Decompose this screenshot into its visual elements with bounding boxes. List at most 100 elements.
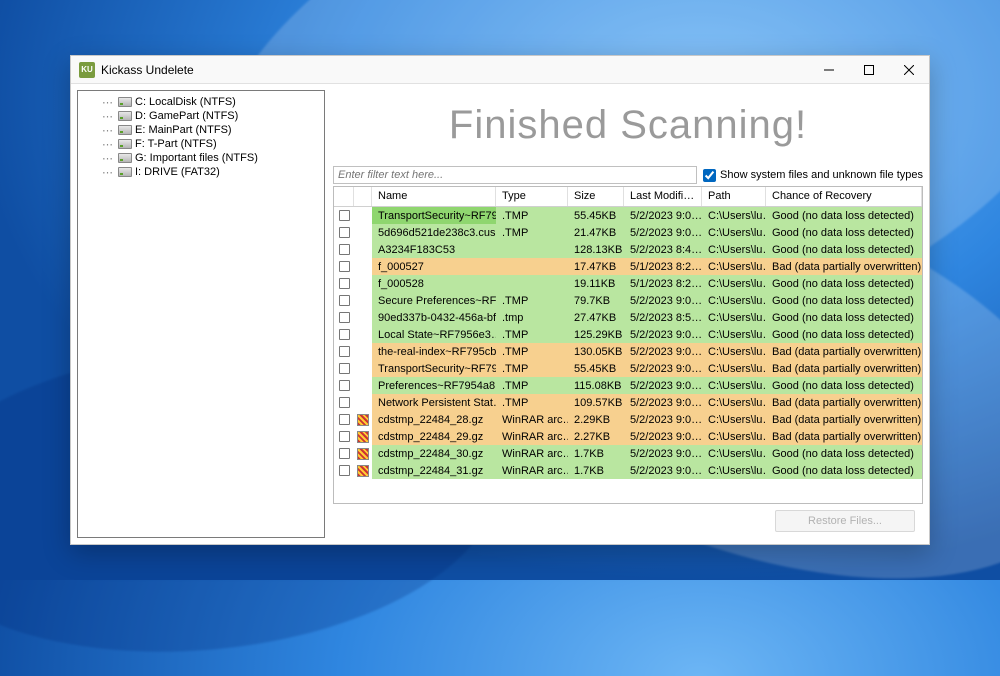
drive-icon — [118, 139, 132, 149]
table-row[interactable]: cdstmp_22484_29.gzWinRAR arc…2.27KB5/2/2… — [334, 428, 922, 445]
cell-type: WinRAR arc… — [496, 445, 568, 462]
row-checkbox[interactable] — [339, 329, 350, 340]
table-row[interactable]: TransportSecurity~RF79….TMP55.45KB5/2/20… — [334, 360, 922, 377]
cell-path: C:\Users\lu… — [702, 275, 766, 292]
table-row[interactable]: Preferences~RF7954a8….TMP115.08KB5/2/202… — [334, 377, 922, 394]
table-row[interactable]: f_00052717.47KB5/1/2023 8:2…C:\Users\lu…… — [334, 258, 922, 275]
table-row[interactable]: cdstmp_22484_30.gzWinRAR arc…1.7KB5/2/20… — [334, 445, 922, 462]
cell-modified: 5/2/2023 9:0… — [624, 377, 702, 394]
cell-recovery: Good (no data loss detected) — [766, 445, 922, 462]
table-row[interactable]: cdstmp_22484_28.gzWinRAR arc…2.29KB5/2/2… — [334, 411, 922, 428]
cell-size: 17.47KB — [568, 258, 624, 275]
table-row[interactable]: Network Persistent Stat….TMP109.57KB5/2/… — [334, 394, 922, 411]
drive-icon — [118, 167, 132, 177]
table-row[interactable]: the-real-index~RF795cb….TMP130.05KB5/2/2… — [334, 343, 922, 360]
close-button[interactable] — [889, 56, 929, 83]
col-path[interactable]: Path — [702, 187, 766, 206]
cell-recovery: Good (no data loss detected) — [766, 241, 922, 258]
cell-size: 2.29KB — [568, 411, 624, 428]
cell-recovery: Good (no data loss detected) — [766, 377, 922, 394]
cell-name: the-real-index~RF795cb… — [372, 343, 496, 360]
cell-name: f_000527 — [372, 258, 496, 275]
minimize-button[interactable] — [809, 56, 849, 83]
drive-label: F: T-Part (NTFS) — [135, 138, 217, 150]
row-checkbox[interactable] — [339, 346, 350, 357]
cell-modified: 5/2/2023 9:0… — [624, 326, 702, 343]
tree-connector: ⋯ — [102, 138, 113, 151]
row-checkbox[interactable] — [339, 380, 350, 391]
drive-item[interactable]: ⋯D: GamePart (NTFS) — [82, 109, 320, 123]
close-icon — [904, 65, 914, 75]
row-checkbox[interactable] — [339, 397, 350, 408]
cell-recovery: Bad (data partially overwritten) — [766, 428, 922, 445]
row-checkbox[interactable] — [339, 295, 350, 306]
cell-type: .TMP — [496, 207, 568, 224]
table-row[interactable]: f_00052819.11KB5/1/2023 8:2…C:\Users\lu…… — [334, 275, 922, 292]
cell-size: 79.7KB — [568, 292, 624, 309]
cell-path: C:\Users\lu… — [702, 428, 766, 445]
restore-files-button[interactable]: Restore Files... — [775, 510, 915, 532]
row-checkbox[interactable] — [339, 363, 350, 374]
drive-item[interactable]: ⋯ F: T-Part (NTFS) — [82, 137, 320, 151]
drive-item[interactable]: ⋯G: Important files (NTFS) — [82, 151, 320, 165]
cell-path: C:\Users\lu… — [702, 462, 766, 479]
table-body[interactable]: TransportSecurity~RF79….TMP55.45KB5/2/20… — [334, 207, 922, 503]
titlebar[interactable]: KU Kickass Undelete — [71, 56, 929, 84]
cell-path: C:\Users\lu… — [702, 292, 766, 309]
table-row[interactable]: Secure Preferences~RF….TMP79.7KB5/2/2023… — [334, 292, 922, 309]
cell-size: 115.08KB — [568, 377, 624, 394]
col-modified[interactable]: Last Modified — [624, 187, 702, 206]
drive-item[interactable]: ⋯E: MainPart (NTFS) — [82, 123, 320, 137]
table-row[interactable]: Local State~RF7956e3….TMP125.29KB5/2/202… — [334, 326, 922, 343]
row-checkbox[interactable] — [339, 261, 350, 272]
table-row[interactable]: TransportSecurity~RF79….TMP55.45KB5/2/20… — [334, 207, 922, 224]
cell-size: 128.13KB — [568, 241, 624, 258]
tree-connector: ⋯ — [102, 96, 113, 109]
cell-name: A3234F183C53 — [372, 241, 496, 258]
cell-recovery: Good (no data loss detected) — [766, 326, 922, 343]
app-window: KU Kickass Undelete ⋯C: LocalDisk (NTFS)… — [70, 55, 930, 545]
cell-name: Secure Preferences~RF… — [372, 292, 496, 309]
cell-recovery: Bad (data partially overwritten) — [766, 343, 922, 360]
drive-icon — [118, 111, 132, 121]
row-checkbox[interactable] — [339, 227, 350, 238]
status-banner: Finished Scanning! — [333, 90, 923, 160]
col-size[interactable]: Size — [568, 187, 624, 206]
cell-name: 90ed337b-0432-456a-bf… — [372, 309, 496, 326]
archive-icon — [357, 414, 369, 426]
col-type[interactable]: Type — [496, 187, 568, 206]
col-recovery[interactable]: Chance of Recovery — [766, 187, 922, 206]
row-checkbox[interactable] — [339, 278, 350, 289]
row-checkbox[interactable] — [339, 431, 350, 442]
row-checkbox[interactable] — [339, 312, 350, 323]
row-checkbox[interactable] — [339, 244, 350, 255]
filter-input[interactable] — [333, 166, 697, 184]
show-system-files-checkbox[interactable] — [703, 169, 716, 182]
col-name[interactable]: Name — [372, 187, 496, 206]
cell-type: WinRAR arc… — [496, 462, 568, 479]
cell-name: cdstmp_22484_31.gz — [372, 462, 496, 479]
cell-name: Network Persistent Stat… — [372, 394, 496, 411]
cell-type — [496, 258, 568, 275]
table-row[interactable]: A3234F183C53128.13KB5/2/2023 8:4…C:\User… — [334, 241, 922, 258]
row-checkbox[interactable] — [339, 414, 350, 425]
cell-recovery: Bad (data partially overwritten) — [766, 258, 922, 275]
drive-tree[interactable]: ⋯C: LocalDisk (NTFS)⋯D: GamePart (NTFS)⋯… — [77, 90, 325, 538]
cell-recovery: Good (no data loss detected) — [766, 309, 922, 326]
archive-icon — [357, 448, 369, 460]
table-row[interactable]: 5d696d521de238c3.cus….TMP21.47KB5/2/2023… — [334, 224, 922, 241]
cell-name: cdstmp_22484_30.gz — [372, 445, 496, 462]
table-row[interactable]: 90ed337b-0432-456a-bf….tmp27.47KB5/2/202… — [334, 309, 922, 326]
row-checkbox[interactable] — [339, 465, 350, 476]
drive-item[interactable]: ⋯I: DRIVE (FAT32) — [82, 165, 320, 179]
row-checkbox[interactable] — [339, 448, 350, 459]
drive-icon — [118, 125, 132, 135]
drive-icon — [118, 153, 132, 163]
drive-item[interactable]: ⋯C: LocalDisk (NTFS) — [82, 95, 320, 109]
cell-type: .TMP — [496, 377, 568, 394]
table-row[interactable]: cdstmp_22484_31.gzWinRAR arc…1.7KB5/2/20… — [334, 462, 922, 479]
show-system-files-toggle[interactable]: Show system files and unknown file types — [703, 169, 923, 182]
col-checkbox[interactable] — [334, 187, 354, 206]
maximize-button[interactable] — [849, 56, 889, 83]
row-checkbox[interactable] — [339, 210, 350, 221]
